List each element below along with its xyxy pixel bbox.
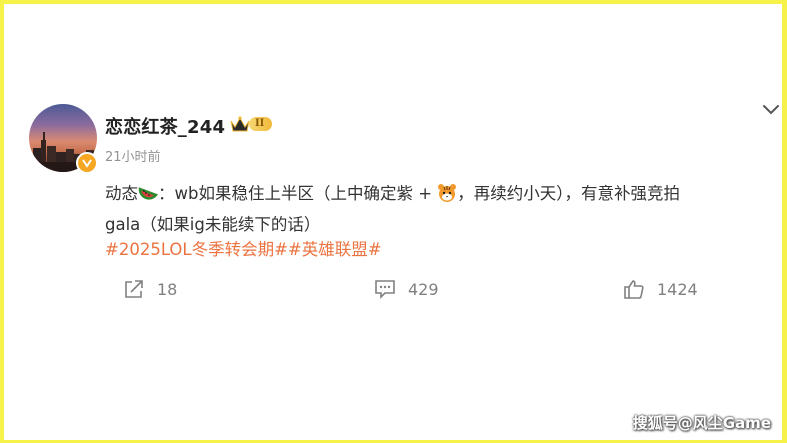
post-text: 动态 ：wb如果稳住上半区（上中确定紫 + ，再续约小天），有意补强竞拍 gal… [105, 178, 775, 240]
hashtag-links[interactable]: #2025LOL冬季转会期##英雄联盟# [105, 236, 382, 260]
username[interactable]: 恋恋红茶_244 [105, 113, 225, 139]
post-timestamp[interactable]: 21小时前 [105, 146, 161, 165]
post-text-part1: 动态 [105, 184, 138, 203]
like-icon [624, 280, 644, 299]
crown-icon [230, 116, 250, 132]
post-text-part3: ，再续约小天），有意补强竞拍 [457, 184, 681, 203]
share-button[interactable]: 18 [123, 277, 177, 301]
chevron-down-icon[interactable] [762, 102, 780, 116]
comment-icon [375, 280, 395, 299]
like-count: 1424 [657, 279, 698, 299]
watermark: 搜狐号@风尘Game [632, 414, 771, 432]
like-button[interactable]: 1424 [623, 277, 698, 301]
comment-button[interactable]: 429 [374, 277, 439, 301]
share-count: 18 [157, 279, 178, 299]
level-label: II [249, 117, 273, 131]
post-text-part2: ：wb如果稳住上半区（上中确定紫 + [158, 184, 433, 203]
share-icon [125, 280, 143, 298]
verified-badge-icon [76, 152, 98, 174]
tiger-emoji-icon [438, 184, 457, 202]
post-text-part4: gala（如果ig未能续下的话） [105, 215, 321, 234]
watermelon-emoji-icon [138, 187, 158, 200]
comment-count: 429 [408, 279, 439, 299]
level-badge[interactable]: II [229, 114, 273, 134]
